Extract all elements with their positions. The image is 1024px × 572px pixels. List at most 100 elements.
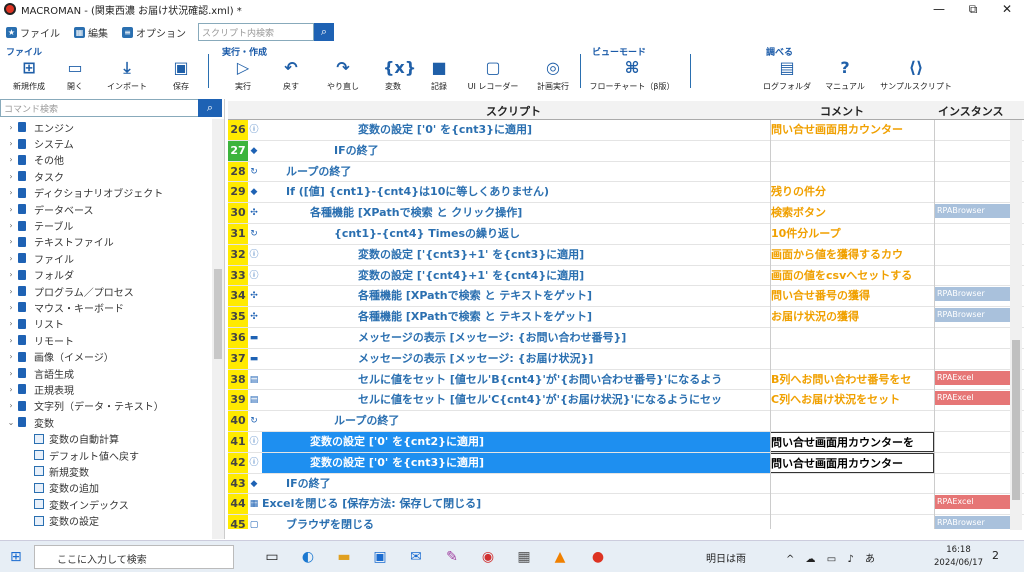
instance-cell[interactable]: RPABrowser [934,515,1010,529]
instance-cell[interactable] [934,161,1010,182]
taskbar-search[interactable]: ここに入力して検索 [34,545,234,569]
weather-text[interactable]: 明日は雨 [706,550,746,565]
undo-button[interactable]: ↶ 戻す [262,58,320,92]
script-row[interactable]: 36 ▬ メッセージの表示 [メッセージ: {お問い合わせ番号}] [228,328,1024,349]
comment-cell[interactable]: B列へお問い合わせ番号をセ [770,369,934,390]
record-button[interactable]: ■ 記録 [410,58,468,92]
script-row[interactable]: 42 ⓘ 変数の設定 ['0' を{cnt3}に適用] 問い合せ画面用カウンター [228,452,1024,474]
comment-cell[interactable]: 検索ボタン [770,203,934,223]
tree-child-item[interactable]: 変数の設定 [0,512,212,528]
tree-item[interactable]: › テーブル [0,217,212,233]
comment-cell[interactable] [770,348,934,369]
comment-cell[interactable] [770,494,934,515]
script-row[interactable]: 33 ⓘ 変数の設定 ['{cnt4}+1' を{cnt4}に適用] 画面の値をcsv… [228,265,1024,287]
comment-cell[interactable]: 問い合せ番号の獲得 [770,286,934,307]
tree-item[interactable]: › ディクショナリオブジェクト [0,185,212,201]
mail-icon[interactable]: ✉ [406,547,426,567]
comment-cell[interactable] [770,328,934,348]
open-button[interactable]: ▭ 開く [46,58,104,92]
tree-item[interactable]: › 言語生成 [0,365,212,381]
system-tray[interactable]: ^ ☁ ▭ ♪ あ [786,550,879,565]
sidebar-scrollbar[interactable] [212,119,224,539]
menu-options[interactable]: ≡ オプション [122,25,186,40]
tree-item[interactable]: › 画像（イメージ） [0,348,212,364]
maximize-button[interactable]: ⧉ [956,0,990,18]
tree-child-item[interactable]: デフォルト値へ戻す [0,447,212,463]
comment-cell[interactable] [770,411,934,431]
tree-item[interactable]: › タスク [0,168,212,184]
script-row[interactable]: 26 ⓘ 変数の設定 ['0' を{cnt3}に適用] 問い合せ画面用カウンター [228,120,1024,141]
explorer-icon[interactable]: ▬ [334,547,354,567]
instance-cell[interactable] [934,265,1010,286]
comment-cell[interactable]: 画面から値を獲得するカウ [770,244,934,265]
script-row[interactable]: 43 ◆ IFの終了 [228,473,1024,495]
comment-cell[interactable]: 問い合せ画面用カウンターを [770,432,934,452]
notification-icon[interactable]: 2 [992,549,999,562]
instance-cell[interactable] [934,140,1010,161]
calculator-icon[interactable]: ▦ [514,547,534,567]
clock[interactable]: 16:18 2024/06/17 [934,544,983,570]
tree-item[interactable]: ⌄ 変数 [0,414,212,430]
paint-icon[interactable]: ✎ [442,547,462,567]
script-row[interactable]: 35 ✣ 各種機能 [XPathで検索 と テキストをゲット] お届け状況の獲得 RPA… [228,307,1024,328]
comment-cell[interactable] [770,161,934,182]
comment-cell[interactable]: C列へお届け状況をセット [770,390,934,411]
instance-cell[interactable] [934,182,1010,203]
chrome-icon[interactable]: ◉ [478,547,498,567]
log-folder-button[interactable]: ▤ ログフォルダ [758,58,816,92]
script-row[interactable]: 29 ◆ If ([値] {cnt1}-{cnt4}は10に等しくありません) 残りの… [228,182,1024,204]
tree-item[interactable]: › リスト [0,316,212,332]
flowchart-button[interactable]: ⌘ フローチャート（β版） [586,58,678,92]
instance-cell[interactable] [934,120,1010,140]
command-search-button[interactable]: ⌕ [198,99,222,117]
script-row[interactable]: 31 ↻ {cnt1}-{cnt4} Timesの繰り返し 10件分ループ [228,224,1024,245]
script-row[interactable]: 27 ◆ IFの終了 [228,140,1024,162]
instance-cell[interactable]: RPAExcel [934,390,1010,411]
plan-run-button[interactable]: ◎ 計画実行 [524,58,582,92]
script-row[interactable]: 45 ▢ ブラウザを閉じる RPABrowser [228,515,1024,529]
script-row[interactable]: 32 ⓘ 変数の設定 ['{cnt3}+1' を{cnt3}に適用] 画面から値を獲得… [228,244,1024,266]
tree-child-item[interactable]: 変数の追加 [0,480,212,496]
tree-item[interactable]: › プログラム／プロセス [0,283,212,299]
import-button[interactable]: ⤓ インポート [98,58,156,92]
tree-item[interactable]: › その他 [0,152,212,168]
store-icon[interactable]: ▣ [370,547,390,567]
manual-button[interactable]: ? マニュアル [816,58,874,92]
close-button[interactable]: ✕ [990,0,1024,18]
instance-cell[interactable] [934,473,1010,494]
instance-cell[interactable]: RPABrowser [934,307,1010,327]
instance-cell[interactable] [934,348,1010,369]
comment-cell[interactable] [770,140,934,161]
script-row[interactable]: 38 ▤ セルに値をセット [値セル'B{cnt4}'が'{お問い合わせ番号}'にな… [228,369,1024,391]
instance-cell[interactable] [934,432,1010,452]
minimize-button[interactable]: — [922,0,956,18]
tree-item[interactable]: › エンジン [0,119,212,135]
script-row[interactable]: 41 ⓘ 変数の設定 ['0' を{cnt2}に適用] 問い合せ画面用カウンターを [228,432,1024,453]
script-row[interactable]: 30 ✣ 各種機能 [XPathで検索 と クリック操作] 検索ボタン RPABrows… [228,203,1024,224]
script-row[interactable]: 39 ▤ セルに値をセット [値セル'C{cnt4}'が'{お届け状況}'になるよう… [228,390,1024,412]
script-row[interactable]: 37 ▬ メッセージの表示 [メッセージ: {お届け状況}] [228,348,1024,370]
tree-item[interactable]: › システム [0,135,212,151]
menu-file[interactable]: ★ ファイル [6,25,60,40]
grid-scrollbar[interactable] [1010,120,1022,530]
script-search-button[interactable]: ⌕ [314,23,334,41]
script-row[interactable]: 34 ✣ 各種機能 [XPathで検索 と テキストをゲット] 問い合せ番号の獲得 RP… [228,286,1024,308]
instance-cell[interactable]: RPAExcel [934,494,1010,515]
tree-child-item[interactable]: 変数の自動計算 [0,430,212,446]
comment-cell[interactable] [770,515,934,529]
comment-cell[interactable]: 10件分ループ [770,224,934,244]
tree-item[interactable]: › データベース [0,201,212,217]
tree-item[interactable]: › テキストファイル [0,234,212,250]
comment-cell[interactable]: 残りの件分 [770,182,934,203]
script-row[interactable]: 40 ↻ ループの終了 [228,411,1024,432]
script-search-input[interactable]: スクリプト内検索 [198,23,314,41]
instance-cell[interactable] [934,411,1010,431]
instance-cell[interactable]: RPAExcel [934,369,1010,390]
comment-cell[interactable]: 問い合せ画面用カウンター [770,120,934,140]
tree-item[interactable]: › リモート [0,332,212,348]
menu-edit[interactable]: ▦ 編集 [74,25,108,40]
comment-cell[interactable] [770,473,934,494]
save-button[interactable]: ▣ 保存 [152,58,210,92]
tree-item[interactable]: › フォルダ [0,267,212,283]
tree-item[interactable]: › ファイル [0,250,212,266]
